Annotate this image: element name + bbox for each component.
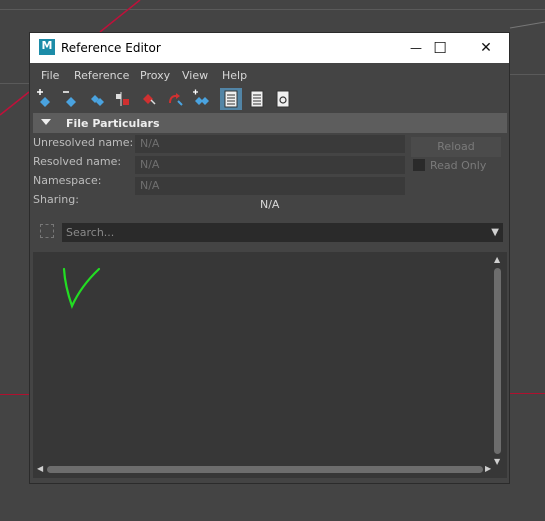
- remove-reference-icon[interactable]: [60, 88, 82, 110]
- refresh-view-icon[interactable]: [272, 88, 294, 110]
- horizontal-scrollbar[interactable]: ◀ ▶: [37, 464, 493, 474]
- unresolved-name-label: Unresolved name:: [33, 136, 134, 149]
- file-particulars-header[interactable]: File Particulars: [33, 113, 507, 133]
- filter-icon[interactable]: [40, 224, 54, 238]
- duplicate-reference-icon[interactable]: [190, 88, 212, 110]
- sharing-label: Sharing:: [33, 193, 79, 206]
- maximize-button[interactable]: ☐: [417, 33, 463, 63]
- menu-view[interactable]: View: [182, 69, 208, 82]
- reload-reference-icon[interactable]: [86, 88, 108, 110]
- unload-reference-icon[interactable]: [138, 88, 160, 110]
- search-input[interactable]: Search... ▼: [62, 223, 503, 242]
- vertical-scrollbar[interactable]: ▲ ▼: [493, 256, 503, 466]
- reference-editor-window: M Reference Editor — ☐ ✕ File Reference …: [29, 32, 510, 484]
- proxy-icon[interactable]: [112, 88, 134, 110]
- maya-app-icon: M: [39, 39, 55, 55]
- read-only-checkbox[interactable]: [413, 159, 425, 171]
- resolved-name-label: Resolved name:: [33, 155, 122, 168]
- scroll-down-icon[interactable]: ▼: [494, 458, 500, 466]
- file-view-icon[interactable]: [246, 88, 268, 110]
- search-dropdown-icon[interactable]: ▼: [491, 223, 499, 242]
- namespace-label: Namespace:: [33, 174, 102, 187]
- menu-bar: File Reference Proxy View Help: [30, 66, 509, 84]
- reference-list[interactable]: ▲ ▼ ◀ ▶: [33, 252, 507, 478]
- menu-proxy[interactable]: Proxy: [140, 69, 170, 82]
- reload-button[interactable]: Reload: [411, 137, 501, 157]
- section-title: File Particulars: [66, 117, 160, 130]
- window-title: Reference Editor: [61, 41, 161, 55]
- namespace-field[interactable]: N/A: [135, 177, 405, 195]
- close-button[interactable]: ✕: [463, 33, 509, 63]
- sharing-value: N/A: [260, 198, 280, 211]
- menu-help[interactable]: Help: [222, 69, 247, 82]
- menu-file[interactable]: File: [41, 69, 59, 82]
- resolved-name-field[interactable]: N/A: [135, 156, 405, 174]
- read-only-label: Read Only: [430, 159, 487, 172]
- title-bar[interactable]: M Reference Editor — ☐ ✕: [30, 33, 509, 63]
- revert-icon[interactable]: [164, 88, 186, 110]
- menu-reference[interactable]: Reference: [74, 69, 129, 82]
- horizontal-scroll-thumb[interactable]: [47, 466, 483, 473]
- green-checkmark-annotation: [62, 267, 101, 309]
- unresolved-name-field[interactable]: N/A: [135, 135, 405, 153]
- scroll-left-icon[interactable]: ◀: [37, 465, 43, 473]
- scroll-right-icon[interactable]: ▶: [485, 465, 491, 473]
- toolbar: [30, 85, 509, 111]
- search-placeholder: Search...: [66, 226, 115, 239]
- scroll-up-icon[interactable]: ▲: [494, 256, 500, 264]
- vertical-scroll-thumb[interactable]: [494, 268, 501, 454]
- list-view-icon[interactable]: [220, 88, 242, 110]
- add-reference-icon[interactable]: [34, 88, 56, 110]
- collapse-triangle-icon: [41, 119, 51, 125]
